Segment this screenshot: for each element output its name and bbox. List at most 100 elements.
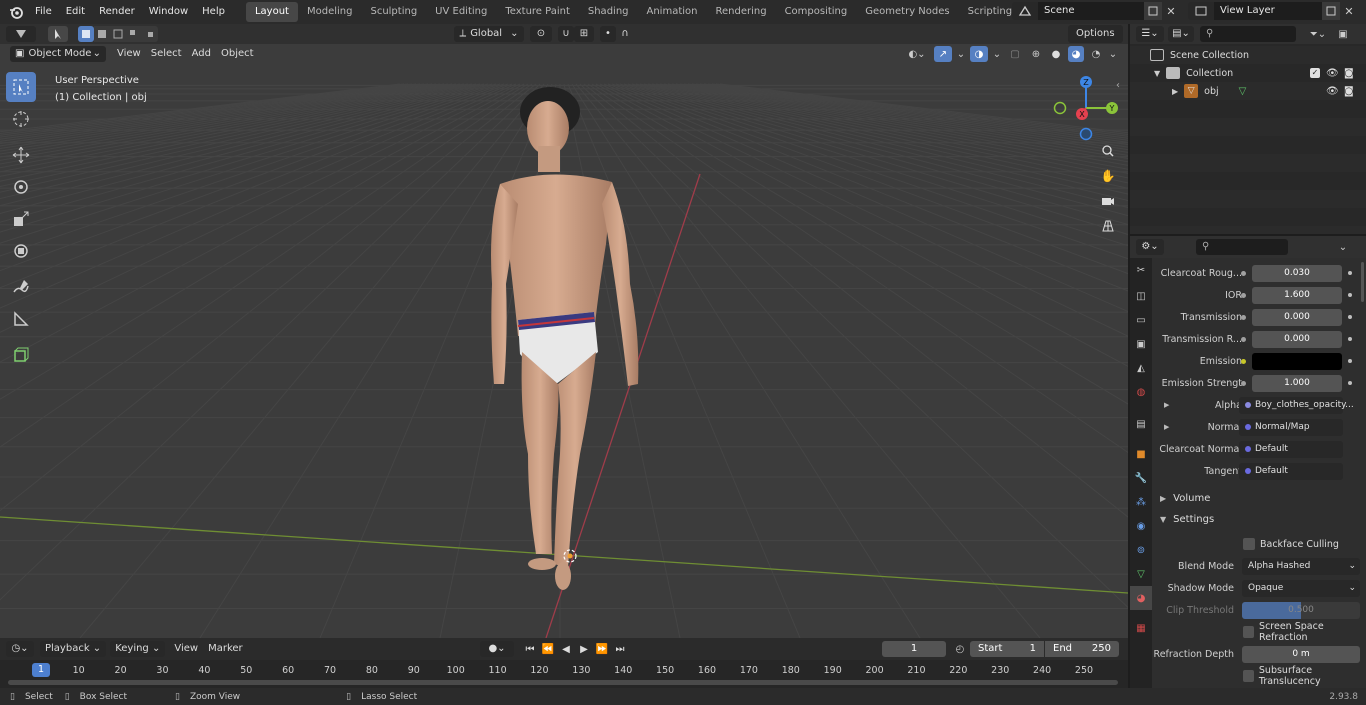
timeline-menu-playback[interactable]: Playback ⌄ xyxy=(40,641,107,657)
scene-icon[interactable] xyxy=(1012,2,1038,20)
eye-icon[interactable]: 👁 xyxy=(1326,68,1339,79)
backface-culling-checkbox[interactable] xyxy=(1243,538,1255,550)
timeline-scrollbar[interactable] xyxy=(8,680,1118,685)
falloff-icon[interactable]: ∩ xyxy=(616,26,634,42)
perspective-toggle-icon[interactable] xyxy=(1097,215,1119,237)
pivot-icon[interactable]: ⊙ xyxy=(530,26,552,42)
filter-icon[interactable]: ⏷⌄ xyxy=(1304,26,1332,42)
new-scene-icon[interactable] xyxy=(1144,2,1162,20)
tool-tab-icon[interactable]: ✂ xyxy=(1130,258,1152,282)
socket-icon[interactable] xyxy=(1241,381,1246,386)
socket-icon[interactable] xyxy=(1241,271,1246,276)
shadow-mode-dropdown[interactable]: Opaque ⌄ xyxy=(1242,579,1360,597)
measure-tool-icon[interactable] xyxy=(6,304,36,334)
select-box-tool-icon[interactable] xyxy=(6,72,36,102)
material-tab-icon[interactable]: ◕ xyxy=(1130,586,1152,610)
character-model[interactable] xyxy=(470,84,660,594)
keyframe-dot-icon[interactable] xyxy=(1348,315,1352,319)
outliner-row-scene-collection[interactable]: Scene Collection xyxy=(1130,46,1366,64)
settings-panel-header[interactable]: ▼ Settings xyxy=(1152,509,1366,529)
camera-view-icon[interactable] xyxy=(1097,190,1119,212)
xray-icon[interactable]: ▢ xyxy=(1006,46,1024,62)
outliner-editor-type-icon[interactable]: ☰⌄ xyxy=(1136,26,1164,42)
shading-dropdown-icon[interactable]: ⌄ xyxy=(1108,49,1118,60)
tab-modeling[interactable]: Modeling xyxy=(298,2,362,22)
property-value-field[interactable]: 0.000 xyxy=(1252,330,1342,348)
texture-tab-icon[interactable]: ▦ xyxy=(1130,616,1152,640)
scene-tab-icon[interactable]: ◭ xyxy=(1130,356,1152,380)
viewport-menu-add[interactable]: Add xyxy=(187,46,216,62)
expand-chevron-icon[interactable]: ▼ xyxy=(1154,69,1160,78)
timeline-menu-view[interactable]: View xyxy=(169,641,203,657)
keyframe-dot-icon[interactable] xyxy=(1348,359,1352,363)
tab-sculpting[interactable]: Sculpting xyxy=(361,2,426,22)
add-cube-tool-icon[interactable] xyxy=(6,340,36,370)
tab-shading[interactable]: Shading xyxy=(579,2,638,22)
eye-icon[interactable]: 👁 xyxy=(1326,86,1339,97)
3d-viewport[interactable]: User Perspective (1) Collection | obj Z … xyxy=(0,44,1128,638)
start-frame-field[interactable]: Start 1 xyxy=(970,641,1044,657)
view-layer-name-field[interactable]: View Layer xyxy=(1214,2,1322,20)
emission-color-swatch[interactable] xyxy=(1252,352,1342,370)
scale-tool-icon[interactable] xyxy=(6,204,36,234)
move-tool-icon[interactable] xyxy=(6,140,36,170)
tab-geometry-nodes[interactable]: Geometry Nodes xyxy=(856,2,958,22)
proportional-edit-icon[interactable]: • xyxy=(600,26,616,42)
visibility-icon[interactable]: ◐⌄ xyxy=(904,46,930,62)
viewport-menu-object[interactable]: Object xyxy=(216,46,259,62)
annotate-tool-icon[interactable] xyxy=(6,272,36,302)
new-view-layer-icon[interactable] xyxy=(1322,2,1340,20)
socket-icon[interactable] xyxy=(1241,315,1246,320)
view-layer-tab-icon[interactable]: ▣ xyxy=(1130,332,1152,356)
snap-icon[interactable]: ∪ xyxy=(558,26,574,42)
viewport-menu-view[interactable]: View xyxy=(112,46,146,62)
view-layer-icon[interactable] xyxy=(1188,2,1214,20)
object-mode-dropdown[interactable]: ▣ Object Mode ⌄ xyxy=(10,46,106,62)
shading-wireframe-icon[interactable]: ⊕ xyxy=(1028,46,1044,62)
property-link-field[interactable]: Boy_clothes_opacity... xyxy=(1239,396,1354,414)
data-tab-icon[interactable]: ▽ xyxy=(1130,562,1152,586)
camera-icon[interactable]: ◙ xyxy=(1344,86,1354,97)
object-tab-icon[interactable]: ■ xyxy=(1130,442,1152,466)
properties-scrollbar[interactable] xyxy=(1361,262,1364,302)
sidebar-toggle-icon[interactable]: ‹ xyxy=(1116,80,1120,91)
navigation-gizmo[interactable]: Z Y X xyxy=(1052,72,1122,142)
overlay-toggle-icon[interactable]: ◑ xyxy=(970,46,988,62)
menu-help[interactable]: Help xyxy=(195,2,232,22)
blend-mode-dropdown[interactable]: Alpha Hashed ⌄ xyxy=(1242,557,1360,575)
record-icon[interactable]: ●⌄ xyxy=(480,641,514,657)
zoom-icon[interactable] xyxy=(1097,140,1119,162)
timeline-body[interactable]: 10 20 30 40 50 60 70 80 90 100 110 120 130 140 150 160 1… xyxy=(0,660,1128,688)
new-collection-icon[interactable]: ▣ xyxy=(1334,26,1352,42)
select-tool-icon[interactable] xyxy=(48,26,68,42)
editor-type-icon[interactable] xyxy=(6,26,36,42)
socket-icon[interactable] xyxy=(1241,293,1246,298)
menu-render[interactable]: Render xyxy=(92,2,142,22)
socket-icon[interactable] xyxy=(1241,359,1246,364)
tab-uv-editing[interactable]: UV Editing xyxy=(426,2,496,22)
select-intersect-icon[interactable] xyxy=(142,26,158,42)
display-mode-icon[interactable]: ▤⌄ xyxy=(1168,26,1194,42)
property-value-field[interactable]: 0.030 xyxy=(1252,264,1342,282)
properties-options-icon[interactable]: ⌄ xyxy=(1334,239,1352,255)
tab-compositing[interactable]: Compositing xyxy=(776,2,857,22)
jump-start-icon[interactable]: ⏮ xyxy=(522,641,538,657)
options-button[interactable]: Options xyxy=(1068,25,1123,43)
camera-icon[interactable]: ◙ xyxy=(1344,68,1354,79)
keyframe-dot-icon[interactable] xyxy=(1348,381,1352,385)
outliner-row-obj[interactable]: ▶ ▽ obj ▽ 👁 ◙ xyxy=(1130,82,1366,100)
subsurface-checkbox[interactable] xyxy=(1243,670,1254,682)
expand-chevron-icon[interactable]: ▶ xyxy=(1172,87,1178,96)
play-icon[interactable]: ▶ xyxy=(576,641,592,657)
timeline-menu-marker[interactable]: Marker xyxy=(203,641,248,657)
scene-name-field[interactable]: Scene xyxy=(1038,2,1144,20)
tab-texture-paint[interactable]: Texture Paint xyxy=(496,2,579,22)
delete-view-layer-icon[interactable]: ✕ xyxy=(1340,2,1358,20)
outliner-row-collection[interactable]: ▼ Collection ✓ 👁 ◙ xyxy=(1130,64,1366,82)
property-link-field[interactable]: Normal/Map xyxy=(1239,418,1343,436)
exclude-checkbox-icon[interactable]: ✓ xyxy=(1310,68,1320,78)
rotate-tool-icon[interactable] xyxy=(6,172,36,202)
jump-end-icon[interactable]: ⏭ xyxy=(612,641,628,657)
expand-chevron-icon[interactable]: ▶ xyxy=(1164,401,1169,409)
physics-tab-icon[interactable]: ◉ xyxy=(1130,514,1152,538)
